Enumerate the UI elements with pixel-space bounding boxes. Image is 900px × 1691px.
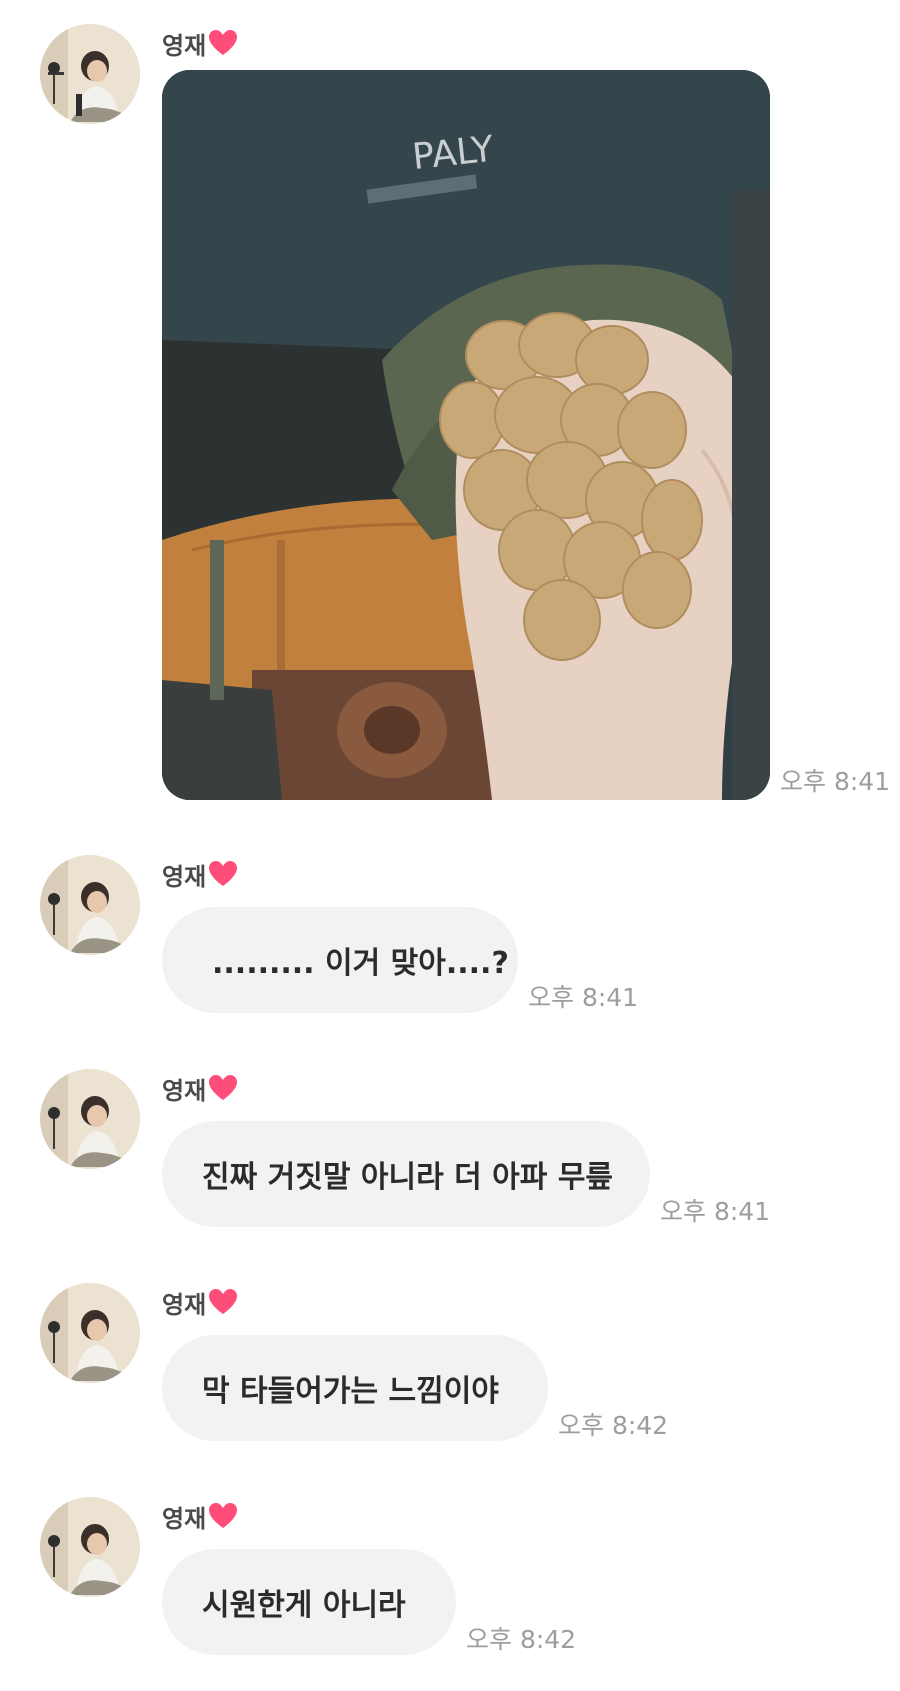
message-text: ......... 이거 맞아....? [212,946,509,981]
avatar[interactable] [40,855,140,955]
photo-attachment[interactable]: PALY [162,70,770,800]
sender-name-label: 영재 [162,1076,207,1105]
heart-icon [208,1074,238,1102]
sender-name-label: 영재 [162,31,207,60]
avatar[interactable] [40,1283,140,1383]
sender-name-label: 영재 [162,1290,207,1319]
heart-icon [208,860,238,888]
sender-name: 영재 [162,26,238,60]
message-time: 오후 8:41 [528,983,639,1012]
message-bubble[interactable]: 시원한게 아니라 [162,1549,456,1655]
message-time: 오후 8:42 [558,1411,669,1440]
message-text: 막 타들어가는 느낌이야 [202,1374,499,1409]
message-text: 시원한게 아니라 [202,1588,406,1623]
avatar[interactable] [40,24,140,124]
heart-icon [208,1288,238,1316]
message-time: 오후 8:41 [780,767,891,796]
sender-name-label: 영재 [162,1504,207,1533]
avatar[interactable] [40,1069,140,1169]
message-row: 영재 시원한게 아니라 오후 8:42 [0,1497,900,1657]
message-bubble[interactable]: 막 타들어가는 느낌이야 [162,1335,548,1441]
sender-name-label: 영재 [162,862,207,891]
message-row: 영재 PALY 오후 8:41 [0,0,900,820]
shirt-print-text: PALY [410,129,496,178]
sender-name: 영재 [162,1071,238,1105]
message-bubble[interactable]: ......... 이거 맞아....? [162,907,518,1013]
message-row: 영재 ......... 이거 맞아....? 오후 8:41 [0,855,900,1015]
heart-icon [208,29,238,57]
message-bubble[interactable]: 진짜 거짓말 아니라 더 아파 무릎 [162,1121,650,1227]
message-text: 진짜 거짓말 아니라 더 아파 무릎 [202,1160,614,1195]
sender-name: 영재 [162,857,238,891]
sender-name: 영재 [162,1499,238,1533]
message-row: 영재 진짜 거짓말 아니라 더 아파 무릎 오후 8:41 [0,1069,900,1229]
message-row: 영재 막 타들어가는 느낌이야 오후 8:42 [0,1283,900,1443]
message-time: 오후 8:41 [660,1197,771,1226]
heart-icon [208,1502,238,1530]
sender-name: 영재 [162,1285,238,1319]
avatar[interactable] [40,1497,140,1597]
message-time: 오후 8:42 [466,1625,577,1654]
